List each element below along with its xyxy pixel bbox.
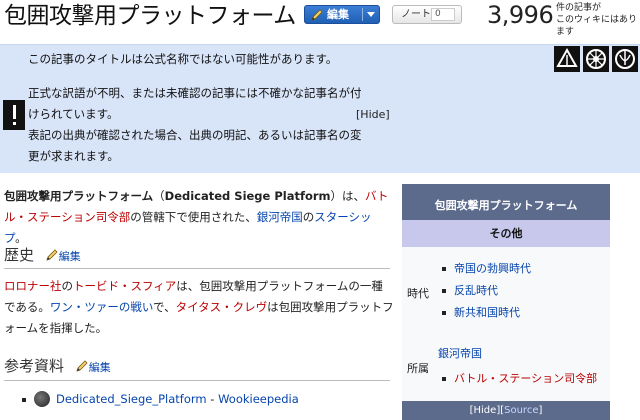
pencil-icon (46, 249, 58, 261)
empire-starship-icon[interactable] (554, 46, 580, 72)
notice-hide-toggle[interactable]: [Hide] (356, 107, 390, 123)
link-galactic-empire[interactable]: 銀河帝国 (257, 210, 303, 224)
references-divider (4, 380, 390, 381)
infobox-affiliation-label: 所属 (407, 362, 429, 375)
talk-button[interactable]: ノート 0 (392, 5, 462, 24)
link-loronar[interactable]: ロロナー社 (4, 279, 62, 293)
edit-button-label: 編集 (327, 8, 349, 21)
title-notice-box: この記事のタイトルは公式名称ではない可能性があります。 正式な訳語が不明、または… (0, 44, 640, 173)
infobox-subtitle: その他 (402, 220, 610, 247)
section-history-heading: 歴史 編集 (4, 246, 81, 264)
infobox: 包囲攻撃用プラットフォーム その他 時代 帝国の勃興時代 反乱時代 新共和国時代… (402, 184, 610, 420)
history-edit-link[interactable]: 編集 (45, 249, 81, 263)
talk-button-label: ノート (401, 9, 431, 20)
infobox-source-link[interactable]: Source (504, 405, 538, 416)
talk-count-badge: 0 (431, 8, 455, 21)
exclamation-icon (3, 100, 25, 130)
era-item[interactable]: 新共和国時代 (442, 302, 531, 324)
era-emblems (554, 45, 640, 73)
article-intro: 包囲攻撃用プラットフォーム（Dedicated Siege Platform）は… (4, 189, 389, 245)
notice-line-2: 正式な訳語が不明、または未確認の記事には不確かな記事名が付けられています。 (28, 86, 362, 121)
link-battle-of-wan-tzar[interactable]: ワン・ツァーの戦い (50, 300, 153, 314)
link-titus-klev[interactable]: タイタス・クレヴ (176, 300, 268, 314)
chevron-down-icon[interactable] (367, 12, 375, 17)
page-title: 包囲攻撃用プラットフォーム (4, 3, 296, 29)
wookieepedia-icon (34, 391, 50, 407)
notice-line-3: 表記の出典が確認された場合、出典の明記、あるいは記事名の変更が求まれます。 (28, 128, 362, 163)
history-paragraph: ロロナー社のトービド・スフィアは、包囲攻撃用プラットフォームの一種である。ワン・… (4, 279, 394, 335)
edit-button[interactable]: 編集 (304, 5, 380, 24)
rebel-alliance-icon[interactable] (612, 46, 638, 72)
history-divider (4, 268, 390, 269)
infobox-title: 包囲攻撃用プラットフォーム (402, 184, 610, 220)
infobox-affiliation-list: バトル・ステーション司令部 (441, 368, 597, 390)
list-bullet (22, 398, 26, 402)
era-item[interactable]: 反乱時代 (442, 280, 531, 302)
section-references-heading: 参考資料 編集 (4, 357, 111, 375)
affiliation-item[interactable]: バトル・ステーション司令部 (441, 368, 597, 390)
edit-button-divider (362, 8, 363, 21)
affiliation-empire-link[interactable]: 銀河帝国 (438, 345, 482, 361)
article-count: 3,996 (487, 1, 554, 29)
reference-item: Dedicated_Siege_Platform - Wookieepedia (56, 392, 299, 406)
empire-crest-icon[interactable] (583, 46, 609, 72)
infobox-hide-toggle[interactable]: Hide (474, 405, 497, 416)
infobox-era-label: 時代 (407, 287, 429, 300)
link-wookieepedia-article[interactable]: Dedicated_Siege_Platform (56, 392, 207, 406)
infobox-era-list: 帝国の勃興時代 反乱時代 新共和国時代 (442, 258, 531, 324)
era-item[interactable]: 帝国の勃興時代 (442, 258, 531, 280)
article-subject: 包囲攻撃用プラットフォーム (4, 189, 154, 203)
article-count-caption: 件の記事が このウィキにはあります (556, 3, 638, 37)
page-header: 包囲攻撃用プラットフォーム 編集 ノート 0 3,996 件の記事が このウィキ… (0, 0, 640, 37)
english-name: Dedicated Siege Platform (164, 189, 331, 203)
link-torpedo-sphere[interactable]: トービド・スフィア (73, 279, 176, 293)
pencil-icon (311, 9, 323, 21)
notice-line-1: この記事のタイトルは公式名称ではない可能性があります。 (28, 52, 338, 66)
link-wookieepedia[interactable]: Wookieepedia (218, 392, 299, 406)
references-edit-link[interactable]: 編集 (75, 360, 111, 374)
pencil-icon (76, 360, 88, 372)
infobox-footer: [Hide][Source] (402, 401, 610, 420)
